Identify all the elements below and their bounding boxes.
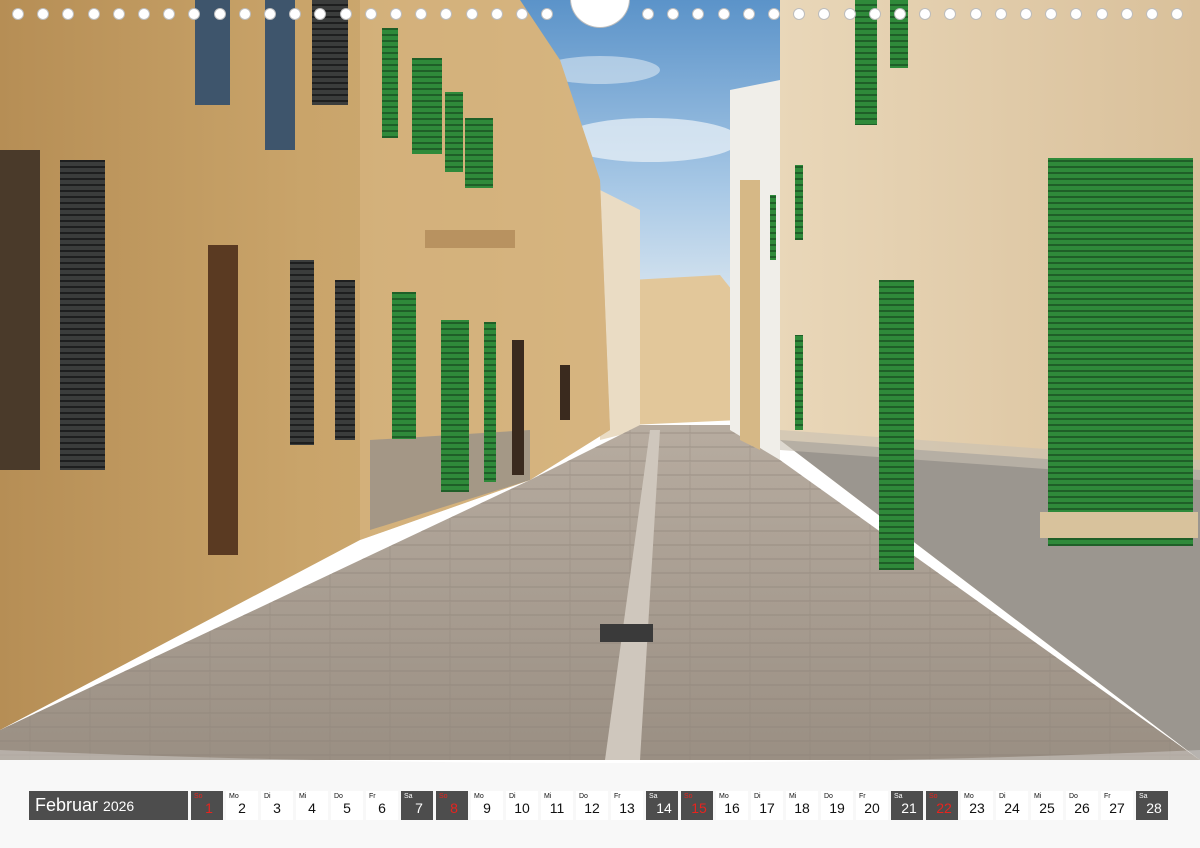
day-of-week: So <box>439 793 448 800</box>
day-cell: Mo 9 <box>471 791 503 820</box>
day-of-week: Sa <box>894 793 903 800</box>
day-number: 27 <box>1109 800 1125 816</box>
day-cell: Do 19 <box>821 791 853 820</box>
day-number: 5 <box>343 800 351 816</box>
day-number: 26 <box>1074 800 1090 816</box>
day-number: 2 <box>238 800 246 816</box>
day-cell: Sa 14 <box>646 791 678 820</box>
day-of-week: Mo <box>964 793 974 800</box>
day-of-week: Di <box>754 793 761 800</box>
day-of-week: Fr <box>859 793 866 800</box>
day-cell: Fr 27 <box>1101 791 1133 820</box>
day-of-week: Mo <box>474 793 484 800</box>
day-number: 25 <box>1039 800 1055 816</box>
day-of-week: Di <box>264 793 271 800</box>
month-label: Februar 2026 <box>29 791 188 820</box>
day-cell: Do 12 <box>576 791 608 820</box>
day-of-week: Do <box>1069 793 1078 800</box>
day-cell: Sa 21 <box>891 791 923 820</box>
day-cell: Sa 7 <box>401 791 433 820</box>
day-number: 16 <box>724 800 740 816</box>
day-cell: Fr 13 <box>611 791 643 820</box>
day-cell: Di 3 <box>261 791 293 820</box>
month-year: 2026 <box>103 797 135 814</box>
day-number: 14 <box>656 800 672 816</box>
day-of-week: Fr <box>1104 793 1111 800</box>
day-cell: Sa 28 <box>1136 791 1168 820</box>
calendar-strip: Februar 2026 So 1 Mo 2 Di 3 Mi 4 Do 5 Fr 6 Sa 7 So 8 Mo 9… <box>29 791 1173 820</box>
month-name: Februar <box>35 795 99 815</box>
day-number: 4 <box>308 800 316 816</box>
day-cell: Fr 20 <box>856 791 888 820</box>
day-of-week: Di <box>999 793 1006 800</box>
day-cell: Mi 25 <box>1031 791 1063 820</box>
day-of-week: Do <box>334 793 343 800</box>
day-number: 13 <box>619 800 635 816</box>
day-cell: Mi 18 <box>786 791 818 820</box>
day-cell: Mo 23 <box>961 791 993 820</box>
day-number: 20 <box>864 800 880 816</box>
day-number: 24 <box>1004 800 1020 816</box>
day-of-week: Mi <box>789 793 797 800</box>
day-of-week: Fr <box>369 793 376 800</box>
day-number: 6 <box>378 800 386 816</box>
day-of-week: Mi <box>1034 793 1042 800</box>
day-of-week: Sa <box>404 793 413 800</box>
day-cell: So 22 <box>926 791 958 820</box>
day-of-week: Fr <box>614 793 621 800</box>
day-number: 19 <box>829 800 845 816</box>
day-cell: So 15 <box>681 791 713 820</box>
calendar-page: Februar 2026 So 1 Mo 2 Di 3 Mi 4 Do 5 Fr 6 Sa 7 So 8 Mo 9… <box>0 0 1200 848</box>
day-number: 11 <box>549 800 565 816</box>
day-of-week: Di <box>509 793 516 800</box>
day-of-week: Mo <box>229 793 239 800</box>
day-cell: Di 10 <box>506 791 538 820</box>
day-number: 10 <box>514 800 530 816</box>
day-cell: Do 26 <box>1066 791 1098 820</box>
day-of-week: Mi <box>544 793 552 800</box>
day-of-week: Do <box>824 793 833 800</box>
day-number: 21 <box>901 800 917 816</box>
day-cell: So 8 <box>436 791 468 820</box>
day-number: 23 <box>969 800 985 816</box>
day-of-week: Mi <box>299 793 307 800</box>
day-number: 9 <box>483 800 491 816</box>
day-cell: Di 17 <box>751 791 783 820</box>
day-cell: So 1 <box>191 791 223 820</box>
day-cell: Mo 16 <box>716 791 748 820</box>
day-of-week: Mo <box>719 793 729 800</box>
day-number: 22 <box>936 800 952 816</box>
day-of-week: So <box>684 793 693 800</box>
day-cell: Mi 4 <box>296 791 328 820</box>
day-of-week: Do <box>579 793 588 800</box>
day-number: 1 <box>205 800 213 816</box>
day-of-week: So <box>929 793 938 800</box>
day-cell: Mo 2 <box>226 791 258 820</box>
day-number: 17 <box>759 800 775 816</box>
day-number: 7 <box>415 800 423 816</box>
day-cell: Di 24 <box>996 791 1028 820</box>
day-number: 12 <box>584 800 600 816</box>
day-number: 28 <box>1146 800 1162 816</box>
day-of-week: Sa <box>649 793 658 800</box>
day-of-week: So <box>194 793 203 800</box>
day-number: 15 <box>691 800 707 816</box>
day-cell: Do 5 <box>331 791 363 820</box>
street-photo <box>0 0 1200 760</box>
day-cell: Mi 11 <box>541 791 573 820</box>
day-number: 18 <box>794 800 810 816</box>
day-of-week: Sa <box>1139 793 1148 800</box>
day-number: 3 <box>273 800 281 816</box>
day-number: 8 <box>450 800 458 816</box>
day-cell: Fr 6 <box>366 791 398 820</box>
